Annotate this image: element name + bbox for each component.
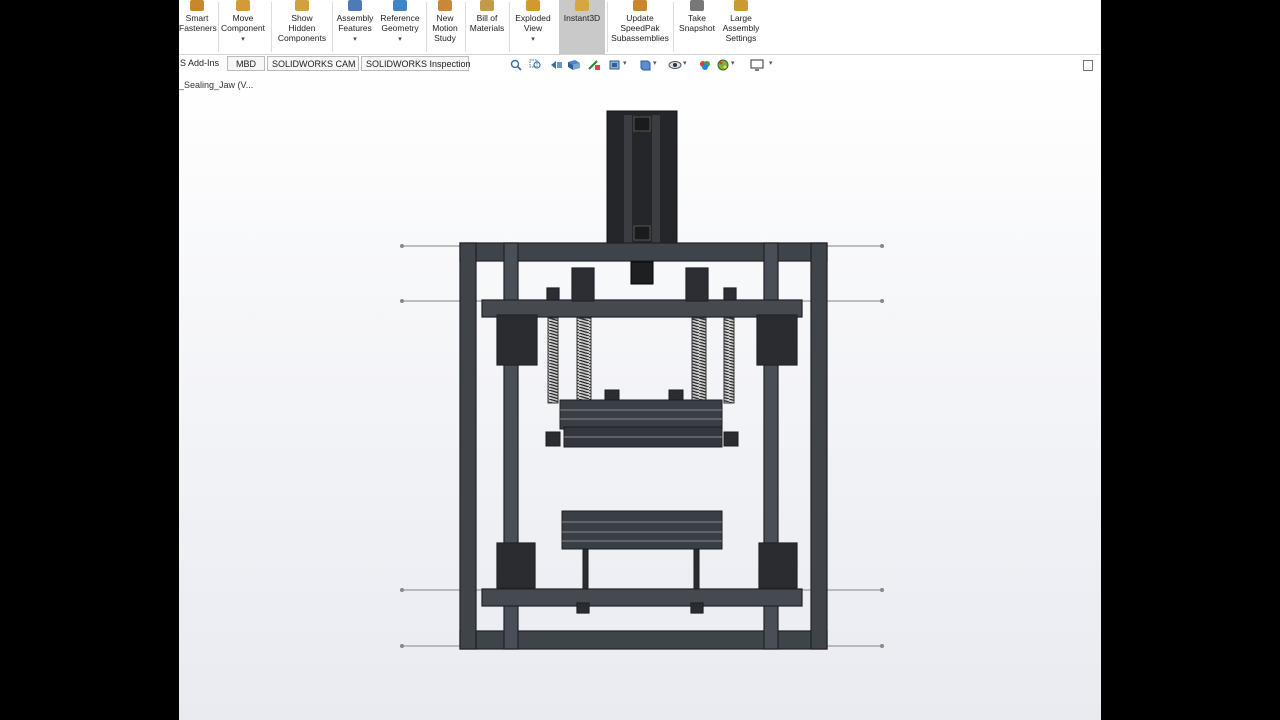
sealing-jaw-assembly-model[interactable] <box>179 0 1101 720</box>
upper-sealing-jaw <box>545 389 739 448</box>
lower-sealing-jaw <box>561 510 723 592</box>
springs <box>547 317 735 404</box>
lower-plate <box>481 542 803 614</box>
solidworks-window: Smart Fasteners Move Component ▾ Show Hi… <box>179 0 1101 720</box>
